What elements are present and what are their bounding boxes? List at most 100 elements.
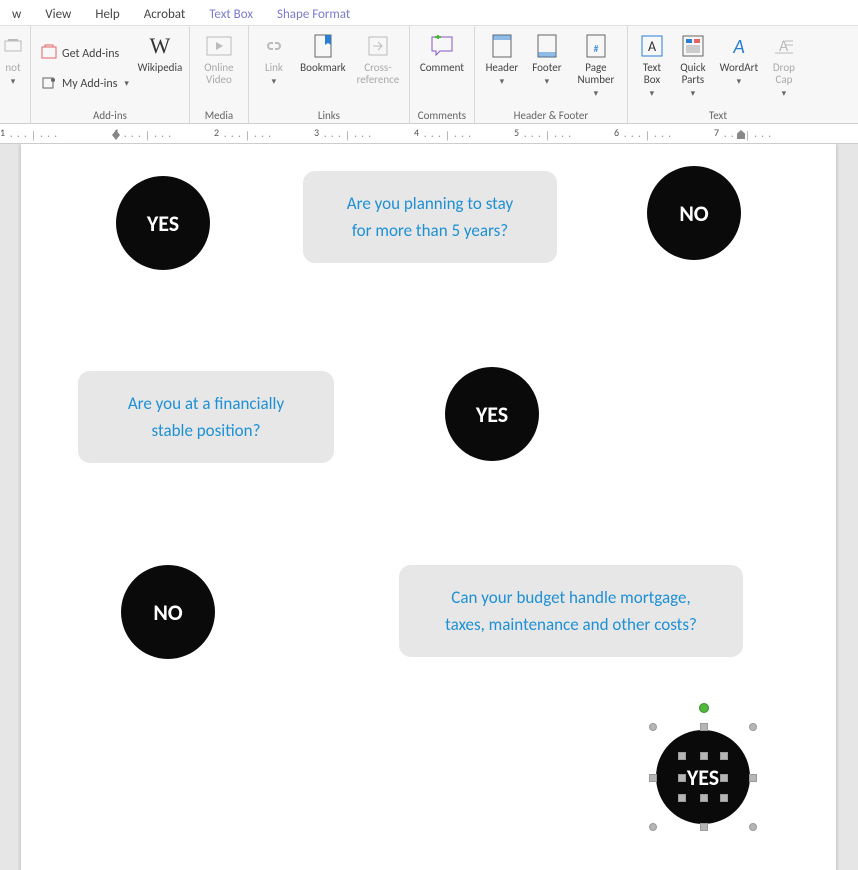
bookmark-button[interactable]: Bookmark — [297, 30, 349, 107]
resize-handle-sw[interactable] — [649, 823, 657, 831]
adjust-handle[interactable] — [678, 774, 686, 782]
resize-handle-e[interactable] — [749, 774, 757, 782]
tab-shape-format[interactable]: Shape Format — [265, 0, 362, 25]
adjust-handle[interactable] — [720, 774, 728, 782]
addins-store-icon — [41, 44, 57, 64]
chevron-down-icon: ▾ — [650, 89, 655, 99]
group-label-addins: Add-ins — [93, 107, 127, 123]
textbox-content: Can your budget handle mortgage, taxes, … — [445, 584, 697, 638]
document-page[interactable]: YES Are you planning to stay for more th… — [21, 144, 836, 870]
text-box-button[interactable]: A Text Box ▾ — [634, 30, 670, 107]
quick-parts-button[interactable]: Quick Parts ▾ — [674, 30, 712, 107]
cross-reference-icon — [364, 32, 392, 60]
menu-bar: w View Help Acrobat Text Box Shape Forma… — [0, 0, 858, 26]
shape-textbox-1[interactable]: Are you planning to stay for more than 5… — [303, 171, 557, 263]
chevron-down-icon: ▾ — [545, 77, 550, 87]
shape-textbox-2[interactable]: Are you at a financially stable position… — [78, 371, 334, 463]
ribbon-group-links: Link ▾ Bookmark Cross-reference Links — [249, 26, 410, 123]
shape-circle-no-1[interactable]: NO — [647, 166, 741, 260]
group-label-text: Text — [709, 107, 727, 123]
adjust-handle[interactable] — [720, 794, 728, 802]
page-number-label: Page Number — [571, 62, 621, 86]
wikipedia-icon: W — [146, 32, 174, 60]
resize-handle-nw[interactable] — [649, 723, 657, 731]
shape-circle-no-2[interactable]: NO — [121, 565, 215, 659]
chevron-down-icon: ▾ — [124, 78, 129, 89]
adjust-handle[interactable] — [700, 794, 708, 802]
textbox-icon: A — [638, 32, 666, 60]
chevron-down-icon: ▾ — [782, 89, 787, 99]
comment-button[interactable]: Comment — [416, 30, 468, 107]
resize-handle-n[interactable] — [700, 723, 708, 731]
shape-circle-yes-2[interactable]: YES — [445, 367, 539, 461]
my-addins-button[interactable]: My Add-ins ▾ — [37, 72, 133, 96]
textbox-line: stable position? — [152, 420, 261, 441]
chevron-down-icon: ▾ — [737, 77, 742, 87]
wikipedia-button[interactable]: W Wikipedia — [137, 30, 183, 107]
comment-icon — [428, 32, 456, 60]
shape-textbox-3[interactable]: Can your budget handle mortgage, taxes, … — [399, 565, 743, 657]
ruler-number: 3 — [314, 126, 319, 139]
drop-cap-label: Drop Cap — [766, 62, 802, 86]
textbox-line: Can your budget handle mortgage, — [451, 587, 690, 608]
video-icon — [205, 32, 233, 60]
get-addins-button[interactable]: Get Add-ins — [37, 42, 133, 66]
resize-handle-se[interactable] — [749, 823, 757, 831]
page-number-button[interactable]: # Page Number ▾ — [571, 30, 621, 107]
adjust-handle[interactable] — [678, 794, 686, 802]
textbox-content: Are you at a financially stable position… — [128, 390, 284, 444]
drop-cap-button[interactable]: A Drop Cap ▾ — [766, 30, 802, 107]
adjust-handle[interactable] — [700, 752, 708, 760]
textbox-line: for more than 5 years? — [352, 220, 508, 241]
rotation-handle[interactable] — [699, 703, 709, 713]
adjust-handle[interactable] — [720, 752, 728, 760]
group-label-header-footer: Header & Footer — [514, 107, 589, 123]
ribbon-group-text: A Text Box ▾ Quick Parts ▾ A WordArt ▾ — [628, 26, 808, 123]
resize-handle-ne[interactable] — [749, 723, 757, 731]
footer-icon — [533, 32, 561, 60]
online-video-button[interactable]: Online Video — [196, 30, 242, 107]
adjust-handle[interactable] — [678, 752, 686, 760]
chevron-down-icon: ▾ — [11, 77, 16, 87]
ruler-ticks — [224, 128, 271, 143]
shape-label: NO — [153, 599, 182, 626]
shape-label: YES — [147, 210, 179, 237]
menu-item-acrobat[interactable]: Acrobat — [132, 0, 198, 25]
tab-text-box[interactable]: Text Box — [197, 0, 265, 25]
indent-marker-left[interactable] — [112, 135, 120, 143]
my-addins-label: My Add-ins — [62, 77, 117, 91]
cross-reference-button[interactable]: Cross-reference — [353, 30, 403, 107]
bookmark-label: Bookmark — [300, 62, 345, 74]
resize-handle-s[interactable] — [700, 823, 708, 831]
wordart-label: WordArt — [720, 62, 758, 74]
textbox-line: taxes, maintenance and other costs? — [445, 614, 697, 635]
ruler-ticks — [724, 128, 771, 143]
screenshot-button-partial[interactable]: not ▾ — [2, 30, 24, 107]
header-button[interactable]: Header ▾ — [481, 30, 523, 107]
group-label-media: Media — [205, 107, 233, 123]
wordart-button[interactable]: A WordArt ▾ — [716, 30, 762, 107]
ribbon-group-comments: Comment Comments — [410, 26, 475, 123]
online-video-label: Online Video — [196, 62, 242, 86]
ribbon-group-header-footer: Header ▾ Footer ▾ # Page Number ▾ Header… — [475, 26, 628, 123]
footer-label: Footer — [532, 62, 561, 74]
resize-handle-w[interactable] — [649, 774, 657, 782]
link-icon — [260, 32, 288, 60]
shape-circle-yes-1[interactable]: YES — [116, 176, 210, 270]
ruler-number: 2 — [214, 126, 219, 139]
horizontal-ruler[interactable]: 1 1 2 3 4 5 6 7 — [0, 124, 858, 144]
ribbon: not ▾ Get Add-ins My Add-ins — [0, 26, 858, 124]
wordart-icon: A — [725, 32, 753, 60]
footer-button[interactable]: Footer ▾ — [527, 30, 567, 107]
ruler-number: 1 — [0, 126, 5, 139]
cross-reference-label: Cross-reference — [353, 62, 403, 86]
get-addins-label: Get Add-ins — [62, 47, 119, 61]
menu-item-partial[interactable]: w — [0, 0, 33, 25]
textbox-line: Are you at a financially — [128, 393, 284, 414]
group-label-links: Links — [318, 107, 340, 123]
link-label: Link — [265, 62, 283, 74]
textbox-content: Are you planning to stay for more than 5… — [347, 190, 513, 244]
menu-item-help[interactable]: Help — [83, 0, 131, 25]
menu-item-view[interactable]: View — [33, 0, 83, 25]
link-button[interactable]: Link ▾ — [255, 30, 293, 107]
